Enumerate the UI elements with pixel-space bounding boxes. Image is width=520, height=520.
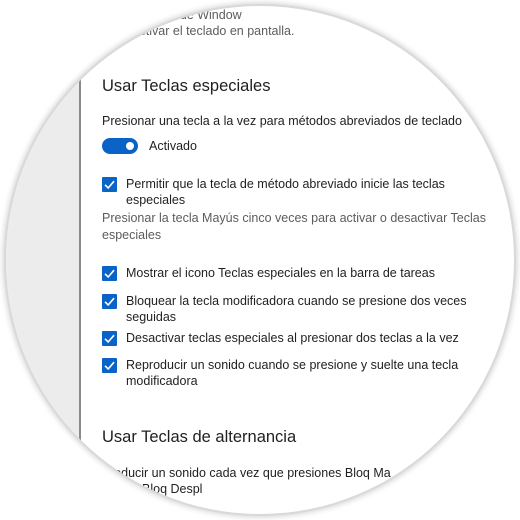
checkmark-icon <box>104 334 115 344</box>
toggle-state-label: Activado <box>149 139 197 153</box>
checkbox-disable-two-keys[interactable] <box>102 331 117 346</box>
magnifier-circle: a del logotipo de Window o desactivar el… <box>6 6 514 514</box>
checkbox-play-sound[interactable] <box>102 358 117 373</box>
option-disable-two-keys: Desactivar teclas especiales al presiona… <box>126 331 459 345</box>
checkmark-icon <box>104 297 115 307</box>
partial-text-line-1: a del logotipo de Window <box>102 8 242 22</box>
option-show-icon: Mostrar el icono Teclas especiales en la… <box>126 266 435 280</box>
sticky-keys-heading: Usar Teclas especiales <box>102 77 271 95</box>
option-play-sound-line-2: modificadora <box>126 374 198 388</box>
option-allow-shortcut-line-2: especiales <box>126 193 186 207</box>
option-lock-modifier-line-1: Bloquear la tecla modificadora cuando se… <box>126 294 467 308</box>
settings-page: a del logotipo de Window o desactivar el… <box>6 6 514 514</box>
checkmark-icon <box>104 361 115 371</box>
toggle-keys-text-line-2: Bloq Despl <box>142 482 203 496</box>
option-allow-shortcut-line-1: Permitir que la tecla de método abreviad… <box>126 177 445 191</box>
toggle-keys-text-line-1: roducir un sonido cada vez que presiones… <box>110 466 391 480</box>
checkmark-icon <box>104 269 115 279</box>
shortcut-label: Presionar una tecla a la vez para método… <box>102 114 462 128</box>
panel-divider <box>79 6 81 514</box>
partial-text-line-2: o desactivar el teclado en pantalla. <box>102 24 295 38</box>
checkmark-icon <box>104 180 115 190</box>
sticky-keys-toggle[interactable] <box>102 138 138 154</box>
shift-hint-line-2: especiales <box>102 228 162 242</box>
checkbox-allow-shortcut[interactable] <box>102 177 117 192</box>
checkbox-show-icon[interactable] <box>102 266 117 281</box>
shift-hint-line-1: Presionar la tecla Mayús cinco veces par… <box>102 211 486 225</box>
option-lock-modifier-line-2: seguidas <box>126 310 177 324</box>
toggle-keys-heading: Usar Teclas de alternancia <box>102 428 297 446</box>
left-navigation-panel <box>6 6 79 514</box>
checkbox-lock-modifier[interactable] <box>102 294 117 309</box>
option-play-sound-line-1: Reproducir un sonido cuando se presione … <box>126 358 459 372</box>
toggle-knob <box>126 142 134 150</box>
